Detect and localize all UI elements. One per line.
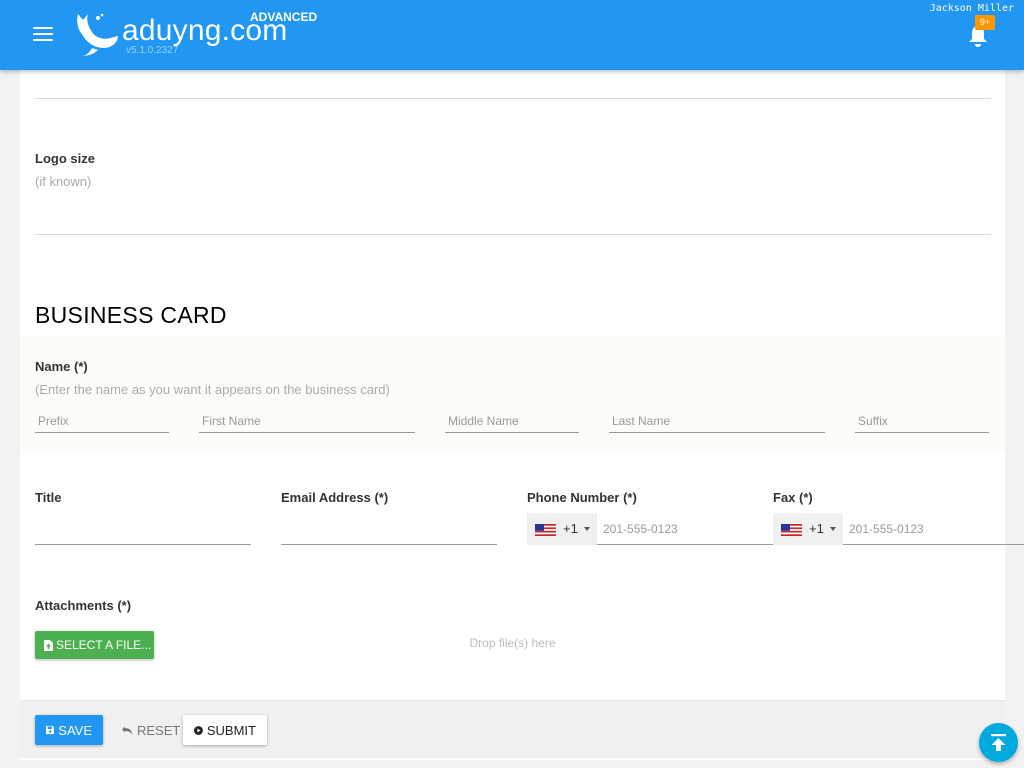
undo-icon — [122, 726, 132, 734]
submit-label: SUBMIT — [206, 722, 256, 738]
reset-button[interactable]: RESET — [110, 715, 191, 745]
phone-dial-code: +1 — [563, 521, 578, 536]
attachments-label: Attachments (*) — [35, 598, 132, 613]
site-logo[interactable]: aduyng.com ADVANCED v5.1.0.2327 — [74, 10, 317, 62]
logo-size-input-line[interactable] — [35, 234, 991, 235]
email-label: Email Address (*) — [281, 490, 389, 505]
fax-dial-code: +1 — [809, 521, 824, 536]
save-label: SAVE — [58, 722, 92, 738]
phone-label: Phone Number (*) — [527, 490, 637, 505]
title-input[interactable] — [35, 519, 251, 545]
us-flag-icon — [535, 524, 556, 536]
fax-number-input[interactable] — [843, 513, 1024, 545]
section-title: BUSINESS CARD — [35, 302, 227, 328]
chevron-down-icon — [830, 527, 836, 531]
form-card: Logo size (if known) BUSINESS CARD Name … — [20, 70, 1024, 760]
fax-field: +1 — [773, 513, 1024, 545]
select-file-button[interactable]: SELECT A FILE... — [35, 631, 154, 659]
file-upload-icon — [44, 639, 53, 651]
logo-size-label: Logo size — [35, 151, 95, 166]
first-name-input[interactable] — [199, 409, 415, 433]
middle-name-input[interactable] — [445, 409, 579, 433]
arrow-up-to-top-icon — [991, 734, 1006, 751]
us-flag-icon — [781, 524, 802, 536]
floppy-icon — [46, 725, 55, 735]
email-input[interactable] — [281, 519, 497, 545]
name-field-group: Name (*) (Enter the name as you want it … — [20, 335, 1005, 451]
chevron-down-icon — [584, 527, 590, 531]
fax-label: Fax (*) — [773, 490, 813, 505]
fax-country-select[interactable]: +1 — [773, 513, 843, 545]
edition-label: ADVANCED — [250, 10, 318, 24]
reset-label: RESET — [137, 722, 181, 738]
select-file-label: SELECT A FILE... — [56, 638, 152, 652]
name-prefix-input[interactable] — [35, 409, 169, 433]
form-action-bar: SAVE RESET SUBMIT — [20, 700, 1005, 758]
name-hint: (Enter the name as you want it appears o… — [35, 382, 390, 397]
name-suffix-input[interactable] — [855, 409, 989, 433]
version-label: v5.1.0.2327 — [126, 45, 179, 56]
notification-badge[interactable]: 9+ — [975, 15, 995, 30]
phone-number-input[interactable] — [597, 513, 773, 545]
top-app-bar: aduyng.com ADVANCED v5.1.0.2327 Jackson … — [0, 0, 1024, 70]
divider — [35, 98, 991, 99]
title-label: Title — [35, 490, 62, 505]
logo-size-hint: (if known) — [35, 174, 92, 189]
submit-button[interactable]: SUBMIT — [183, 715, 267, 745]
save-button[interactable]: SAVE — [35, 715, 103, 745]
username[interactable]: Jackson Miller — [930, 3, 1014, 14]
phone-country-select[interactable]: +1 — [527, 513, 597, 545]
name-label: Name (*) — [35, 359, 88, 374]
scroll-to-top-button[interactable] — [979, 723, 1018, 762]
phone-field: +1 — [527, 513, 773, 545]
last-name-input[interactable] — [609, 409, 825, 433]
drop-zone-hint[interactable]: Drop file(s) here — [320, 636, 705, 650]
play-circle-icon — [194, 725, 203, 735]
menu-icon[interactable] — [33, 27, 53, 43]
whale-logo-icon — [77, 13, 118, 56]
